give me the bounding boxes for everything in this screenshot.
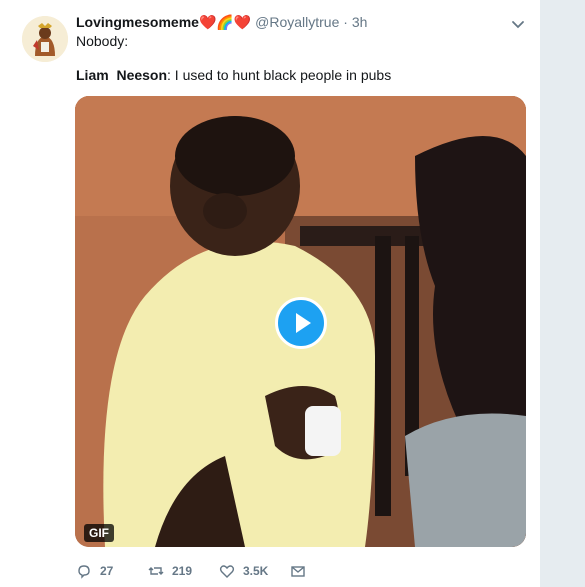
avatar[interactable]: [22, 16, 68, 62]
mail-icon: [291, 566, 305, 577]
like-count: 3.5K: [243, 564, 269, 578]
tweet-text-line-2: Liam Neeson: I used to hunt black people…: [76, 67, 391, 83]
like-button[interactable]: 3.5K: [219, 563, 268, 579]
name-emoji: ❤️🌈❤️: [198, 14, 252, 30]
reply-count: 27: [100, 564, 114, 578]
display-name[interactable]: Lovingmesomeme: [76, 14, 199, 30]
gif-badge: GIF: [84, 524, 114, 542]
separator: ·: [343, 14, 348, 30]
tweet-text-line-1: Nobody:: [76, 33, 129, 49]
play-icon[interactable]: [275, 297, 327, 349]
retweet-icon: [148, 567, 164, 575]
timestamp[interactable]: 3h: [352, 14, 368, 30]
heart-icon: [219, 565, 235, 578]
reply-icon: [78, 565, 90, 579]
reply-button[interactable]: 27: [76, 563, 113, 579]
quote: : I used to hunt black people in pubs: [167, 67, 392, 83]
chevron-down-icon[interactable]: [510, 16, 526, 32]
speaker: Liam Neeson: [76, 67, 168, 83]
handle[interactable]: @Royallytrue: [255, 14, 339, 30]
retweet-count: 219: [172, 564, 193, 578]
tweet-header: Lovingmesomeme❤️🌈❤️ @Royallytrue · 3h: [76, 14, 367, 31]
tweet-card[interactable]: Lovingmesomeme❤️🌈❤️ @Royallytrue · 3h No…: [0, 0, 541, 587]
retweet-button[interactable]: 219: [148, 563, 192, 579]
dm-button[interactable]: [290, 563, 314, 579]
